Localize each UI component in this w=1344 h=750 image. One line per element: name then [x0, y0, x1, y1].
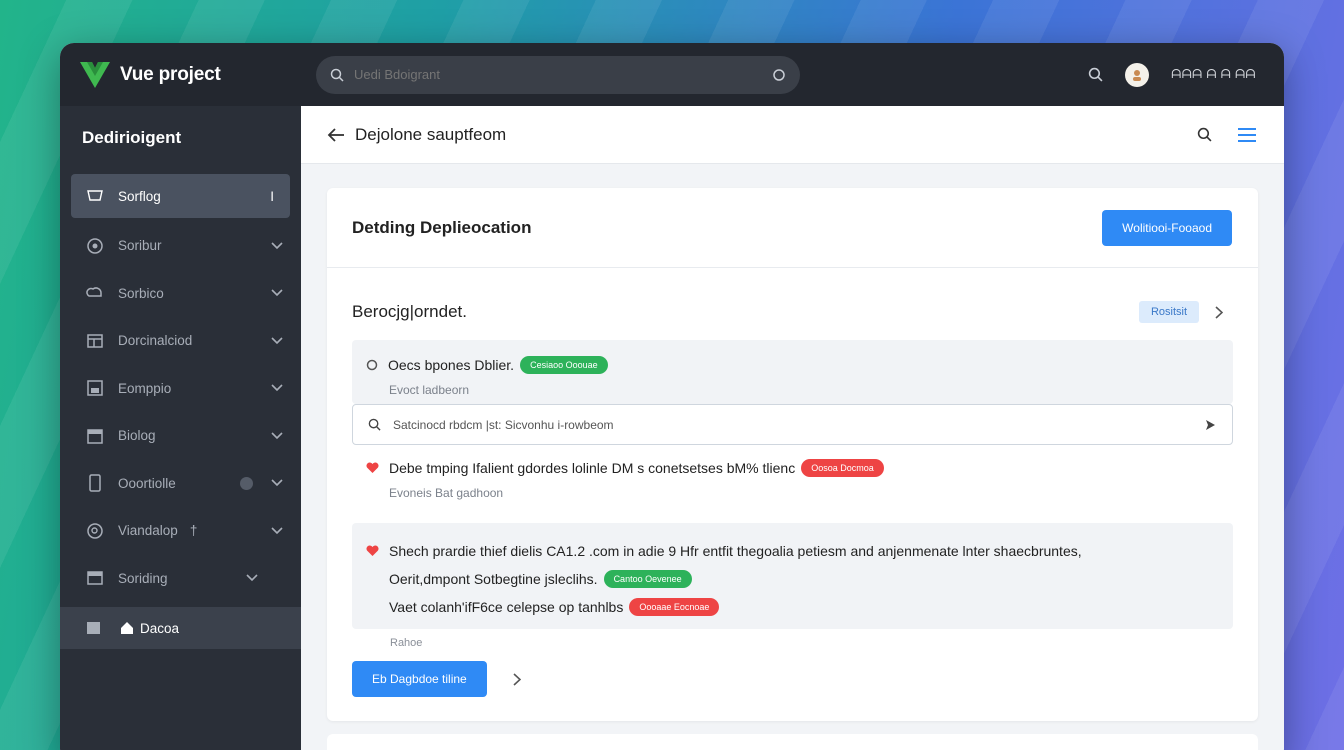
- chevron-down-icon: [271, 432, 283, 439]
- list-item[interactable]: Oecs bpones Dblier. Cesiaoo Ooouae Evoct…: [352, 340, 1233, 404]
- status-badge: Cantoo Oevenee: [603, 570, 692, 588]
- send-icon[interactable]: [1204, 419, 1216, 431]
- brand: Vue project: [60, 61, 300, 88]
- sub-header: Dejolone sauptfeom: [301, 106, 1284, 164]
- item-text: Oecs bpones Dblier.: [388, 357, 515, 373]
- item-text: Debe tmping Ifalient gdordes lolinle DM …: [389, 460, 796, 476]
- sidebar-item-ooortiolle[interactable]: Ooortiolle: [60, 460, 301, 508]
- app-name: Vue project: [120, 63, 221, 85]
- item-text: Shech prardie thief dielis CA1.2 .com in…: [389, 543, 1082, 559]
- heart-icon: [366, 545, 379, 556]
- sidebar-item-soribur[interactable]: Soribur: [60, 222, 301, 270]
- search-icon[interactable]: [1197, 127, 1212, 142]
- sidebar-item-trailing: I: [270, 188, 274, 204]
- sidebar-item-eomppio[interactable]: Eomppio: [60, 365, 301, 413]
- user-menu-text[interactable]: ᗩᗩᗩ ᗩ ᗩ ᗩᗩ: [1171, 67, 1256, 82]
- sidebar-item-label: Eomppio: [118, 380, 172, 396]
- list-item[interactable]: Debe tmping Ifalient gdordes lolinle DM …: [352, 445, 1233, 523]
- footnote: Rahoe: [390, 637, 423, 649]
- cloud-icon: [86, 287, 102, 297]
- card-actions: Eb Dagbdoe tiline: [327, 661, 1258, 697]
- grid-icon: [87, 334, 103, 348]
- circle-icon[interactable]: [772, 68, 786, 82]
- calendar-icon: [87, 429, 103, 444]
- section-tag[interactable]: Rositsit: [1138, 301, 1199, 323]
- item-subtext: Evoct ladbeorn: [389, 383, 470, 397]
- top-right-controls: ᗩᗩᗩ ᗩ ᗩ ᗩᗩ: [1088, 62, 1284, 87]
- radio-icon[interactable]: [366, 359, 378, 371]
- inline-search[interactable]: Satcinocd rbdcm |st: Sicvonhu i-rowbeom: [352, 404, 1233, 445]
- box-icon: [87, 380, 103, 396]
- shield-icon: [87, 190, 103, 201]
- card-heading: Detding Deplieocation: [352, 217, 532, 237]
- item-text: Vaet colanh'ifF6ce celepse op tanhlbs: [389, 599, 624, 615]
- detail-card: Detding Deplieocation Wolitiooi-Fooaod B…: [327, 188, 1258, 721]
- sidebar-item-sorflog[interactable]: Sorflog I: [71, 174, 290, 218]
- status-dot: [240, 476, 253, 490]
- table-icon: [87, 571, 103, 585]
- sidebar-item-label: Viandalop: [118, 523, 178, 539]
- sidebar: Dedirioigent Sorflog I Soribur Sorbico D…: [60, 106, 301, 750]
- status-badge: Oosoa Docmoa: [801, 459, 884, 477]
- page-title: Dejolone sauptfeom: [355, 124, 507, 144]
- top-bar: Vue project ᗩᗩᗩ ᗩ ᗩ ᗩᗩ: [60, 43, 1284, 106]
- sidebar-item-viandalop[interactable]: Viandalop †: [60, 507, 301, 555]
- chevron-right-icon[interactable]: [513, 672, 521, 686]
- item-subtext: Evoneis Bat gadhoon: [389, 486, 504, 500]
- main-panel: Dejolone sauptfeom Detding Deplieocation…: [301, 106, 1284, 750]
- sidebar-item-label: Sorbico: [118, 285, 164, 301]
- chevron-right-icon[interactable]: [1215, 305, 1223, 319]
- chevron-down-icon: [246, 574, 258, 582]
- search-icon: [330, 68, 344, 82]
- sidebar-item-sorbico[interactable]: Sorbico: [60, 270, 301, 318]
- status-badge: Cesiaoo Ooouae: [520, 356, 608, 374]
- sidebar-item-label: Sorflog: [118, 188, 161, 204]
- sidebar-item-label: Ooortiolle: [118, 475, 176, 491]
- sidebar-item-label: Biolog: [118, 428, 156, 444]
- home-icon: [121, 622, 133, 634]
- next-card: [327, 734, 1258, 750]
- chevron-down-icon: [271, 337, 283, 344]
- chevron-down-icon: [271, 384, 283, 392]
- primary-action-button[interactable]: Wolitiooi-Fooaod: [1102, 209, 1232, 246]
- book-icon: [87, 622, 100, 634]
- chevron-down-icon: [271, 289, 283, 297]
- card-header: Detding Deplieocation Wolitiooi-Fooaod: [327, 188, 1258, 268]
- app-window: Vue project ᗩᗩᗩ ᗩ ᗩ ᗩᗩ Dedirioigent Sorf…: [60, 43, 1284, 750]
- menu-icon[interactable]: [1238, 127, 1256, 143]
- global-search[interactable]: [316, 55, 800, 94]
- back-arrow-icon[interactable]: [327, 127, 345, 142]
- chevron-down-icon: [271, 527, 283, 534]
- vue-logo-icon: [80, 61, 110, 88]
- section-title: Berocjg|orndet.: [352, 302, 467, 321]
- sidebar-item-biolog[interactable]: Biolog: [60, 412, 301, 460]
- search-input[interactable]: [354, 67, 772, 82]
- search-icon: [368, 418, 381, 431]
- sidebar-item-label: Soribur: [118, 238, 162, 254]
- sidebar-item-dacoa[interactable]: Dacoa: [60, 607, 301, 649]
- list-item[interactable]: Shech prardie thief dielis CA1.2 .com in…: [352, 523, 1233, 629]
- search-icon[interactable]: [1088, 67, 1103, 82]
- inline-search-text: Satcinocd rbdcm |st: Sicvonhu i-rowbeom: [393, 417, 614, 432]
- search-circle-icon: [87, 523, 103, 539]
- sidebar-item-label: Dorcinalciod: [118, 333, 193, 349]
- avatar[interactable]: [1125, 62, 1150, 87]
- sidebar-title: Dedirioigent: [82, 128, 182, 147]
- pin-icon: †: [189, 523, 198, 539]
- submit-button[interactable]: Eb Dagbdoe tiline: [352, 661, 487, 697]
- phone-icon: [89, 474, 101, 492]
- heart-icon: [366, 462, 379, 473]
- item-text: Oerit,dmpont Sotbegtine jsleclihs.: [389, 571, 598, 587]
- gauge-icon: [87, 238, 103, 254]
- sidebar-item-label: Soriding: [118, 570, 168, 586]
- sidebar-item-dorcinalciod[interactable]: Dorcinalciod: [60, 317, 301, 365]
- chevron-down-icon: [271, 479, 283, 487]
- section-header: Berocjg|orndet. Rositsit: [327, 268, 1258, 330]
- user-face-icon: [1133, 69, 1142, 81]
- chevron-down-icon: [271, 242, 283, 249]
- sidebar-item-soriding[interactable]: Soriding: [60, 555, 301, 603]
- status-badge: Oooaae Eocnoae: [629, 598, 720, 616]
- sidebar-item-label: Dacoa: [140, 620, 180, 636]
